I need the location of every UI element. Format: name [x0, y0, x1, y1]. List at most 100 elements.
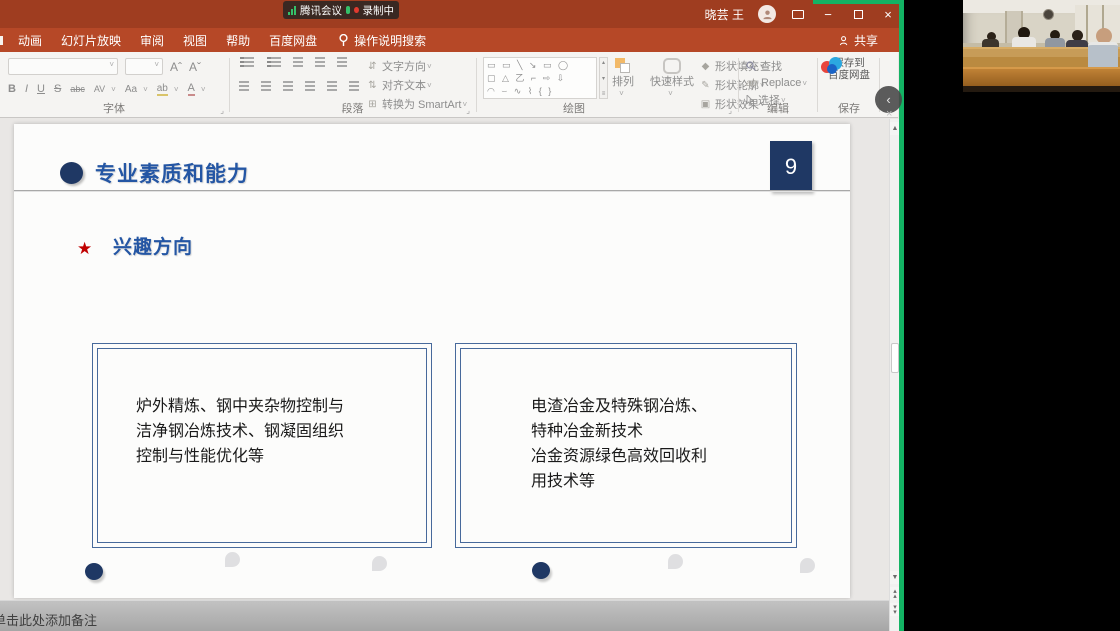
account-name[interactable]: 晓芸 王 [705, 6, 744, 23]
drawing-dialog-launcher-icon[interactable]: ⌟ [728, 106, 732, 115]
share-label: 共享 [854, 32, 878, 49]
front-desk [963, 67, 1120, 88]
columns-icon[interactable] [349, 81, 359, 83]
align-text-icon: ⇅ [367, 80, 378, 91]
ribbon-display-options-icon[interactable] [790, 7, 806, 22]
screenshare-border-top [813, 0, 904, 4]
notes-pane[interactable]: 单击此处添加备注 [0, 600, 889, 631]
close-button[interactable]: × [880, 7, 896, 22]
line-spacing-icon[interactable] [337, 57, 347, 59]
font-group-label: 字体 [0, 100, 228, 116]
decrease-indent-icon[interactable] [293, 57, 303, 59]
restore-button[interactable] [850, 7, 866, 22]
shapes-row: ◠ ⌣ ∿ ⌇ { } [487, 85, 593, 98]
char-spacing-button[interactable]: AV [94, 84, 105, 94]
save-group-label: 保存 [819, 100, 879, 116]
meeting-mini-close-icon[interactable]: × [886, 108, 892, 120]
bullets-icon[interactable] [244, 57, 254, 59]
grow-font-button[interactable]: Aˆ [170, 60, 182, 74]
font-size-combo[interactable] [125, 58, 163, 75]
desk-shadow [963, 86, 1120, 92]
title-bullet-circle [60, 162, 83, 184]
save-to-baidu-button[interactable]: 保存到 百度网盘 [819, 57, 879, 81]
numbering-icon[interactable] [271, 57, 281, 59]
distribute-icon[interactable] [327, 81, 337, 83]
interest-box-right[interactable]: 电渣冶金及特殊钢冶炼、 特种冶金新技术 冶金资源绿色高效回收利 用技术等 [455, 343, 797, 548]
tab-animation[interactable]: 动画 [18, 32, 42, 49]
change-case-button[interactable]: Aa [125, 84, 137, 95]
ghost-dot [225, 552, 240, 567]
interest-box-left[interactable]: 炉外精炼、钢中夹杂物控制与 洁净钢冶炼技术、钢凝固组织 控制与性能优化等 [92, 343, 432, 548]
strikethrough-button[interactable]: S [54, 83, 61, 95]
ribbon-box-glyph [792, 10, 804, 19]
drawing-group-label: 绘图 [412, 100, 736, 116]
arrange-button[interactable]: 排列 ˅ [612, 58, 634, 99]
slide-title[interactable]: 专业素质和能力 [95, 158, 249, 188]
font-color-button[interactable]: A [188, 82, 195, 96]
shrink-font-button[interactable]: Aˇ [189, 60, 201, 74]
notes-placeholder[interactable]: 单击此处添加备注 [0, 610, 97, 629]
font-group: Aˆ Aˇ B I U S abc AV˅ Aa˅ ab˅ A˅ 字体 ⌟ [0, 52, 228, 118]
underline-button[interactable]: U [37, 83, 45, 95]
drawing-group: ▭ ▭ ╲ ↘ ▭ ◯ ▢ △ 乙 ⌐ ⇨ ⇩ ◠ ⌣ ∿ ⌇ { } ▴▾≡ … [478, 52, 736, 118]
text-direction-button[interactable]: ⇵文字方向˅ [367, 58, 467, 74]
align-left-icon[interactable] [239, 81, 249, 83]
increase-indent-icon[interactable] [315, 57, 325, 59]
tell-me-search[interactable]: 操作说明搜索 [339, 32, 426, 49]
shapes-row: ▭ ▭ ╲ ↘ ▭ ◯ [487, 59, 593, 72]
shapes-gallery[interactable]: ▭ ▭ ╲ ↘ ▭ ◯ ▢ △ 乙 ⌐ ⇨ ⇩ ◠ ⌣ ∿ ⌇ { } [483, 57, 597, 99]
highlight-button[interactable]: ab [157, 83, 168, 96]
tab-baidu-netdisk[interactable]: 百度网盘 [269, 32, 317, 49]
cutoff-tab-sliver [0, 36, 3, 45]
replace-button[interactable]: abReplace˅ [746, 77, 807, 89]
font-name-combo[interactable] [8, 58, 118, 75]
text-direction-icon: ⇵ [367, 61, 378, 72]
star-icon: ★ [77, 239, 92, 259]
tell-me-pin-icon [339, 34, 348, 47]
justify-icon[interactable] [305, 81, 315, 83]
ghost-dot [372, 556, 387, 571]
shape-fill-icon: ◆ [700, 61, 711, 72]
tab-view[interactable]: 视图 [183, 32, 207, 49]
ghost-dot [668, 554, 683, 569]
minimize-button[interactable]: − [820, 7, 836, 22]
editing-group-label: 编辑 [740, 100, 816, 116]
shapes-row: ▢ △ 乙 ⌐ ⇨ ⇩ [487, 72, 593, 85]
clear-format-button[interactable]: abc [70, 84, 85, 94]
meeting-floating-bar[interactable]: 腾讯会议 录制中 [283, 1, 399, 19]
restore-glyph [854, 10, 863, 19]
person-5-torso [1088, 42, 1118, 70]
title-bar: 晓芸 王 − × [0, 0, 904, 28]
webcam-video-tile[interactable] [963, 0, 1120, 92]
editing-group: 查找 abReplace˅ 选择˅ 编辑 [740, 52, 816, 118]
magnifier-icon [746, 61, 756, 71]
scrollbar-thumb[interactable] [891, 343, 899, 373]
save-group: 保存到 百度网盘 保存 [819, 52, 879, 118]
shapes-gallery-scrollbar[interactable]: ▴▾≡ [599, 57, 608, 99]
find-button[interactable]: 查找 [746, 58, 807, 74]
vertical-scrollbar[interactable]: ▲ ▼ ▴▴ ▾▾ [889, 119, 899, 631]
slide-canvas[interactable]: 专业素质和能力 9 ★ 兴趣方向 炉外精炼、钢中夹杂物控制与 洁净钢冶炼技术、钢… [14, 124, 850, 598]
shape-outline-icon: ✎ [700, 80, 711, 91]
tab-review[interactable]: 审阅 [140, 32, 164, 49]
avatar[interactable] [758, 5, 776, 23]
italic-button[interactable]: I [25, 83, 28, 95]
slide-editing-area: 专业素质和能力 9 ★ 兴趣方向 炉外精炼、钢中夹杂物控制与 洁净钢冶炼技术、钢… [0, 119, 889, 600]
wall-clock [1043, 9, 1054, 20]
align-right-icon[interactable] [283, 81, 293, 83]
person-icon [762, 9, 773, 20]
tab-slideshow[interactable]: 幻灯片放映 [61, 32, 121, 49]
tab-help[interactable]: 帮助 [226, 32, 250, 49]
bold-button[interactable]: B [8, 83, 16, 95]
navy-dot [532, 562, 550, 579]
align-text-button[interactable]: ⇅对齐文本˅ [367, 77, 467, 93]
align-center-icon[interactable] [261, 81, 271, 83]
mic-icon [346, 6, 350, 14]
share-button[interactable]: 共享 [839, 32, 878, 49]
quick-styles-button[interactable]: 快速样式 ˅ [650, 58, 694, 99]
arrange-icon [615, 58, 631, 73]
section-title[interactable]: 兴趣方向 [113, 232, 193, 259]
meeting-app-name: 腾讯会议 [300, 3, 342, 18]
powerpoint-window: 晓芸 王 − × 动画 幻灯片放映 审阅 视图 帮助 百度网盘 [0, 0, 904, 631]
font-dialog-launcher-icon[interactable]: ⌟ [220, 106, 224, 115]
